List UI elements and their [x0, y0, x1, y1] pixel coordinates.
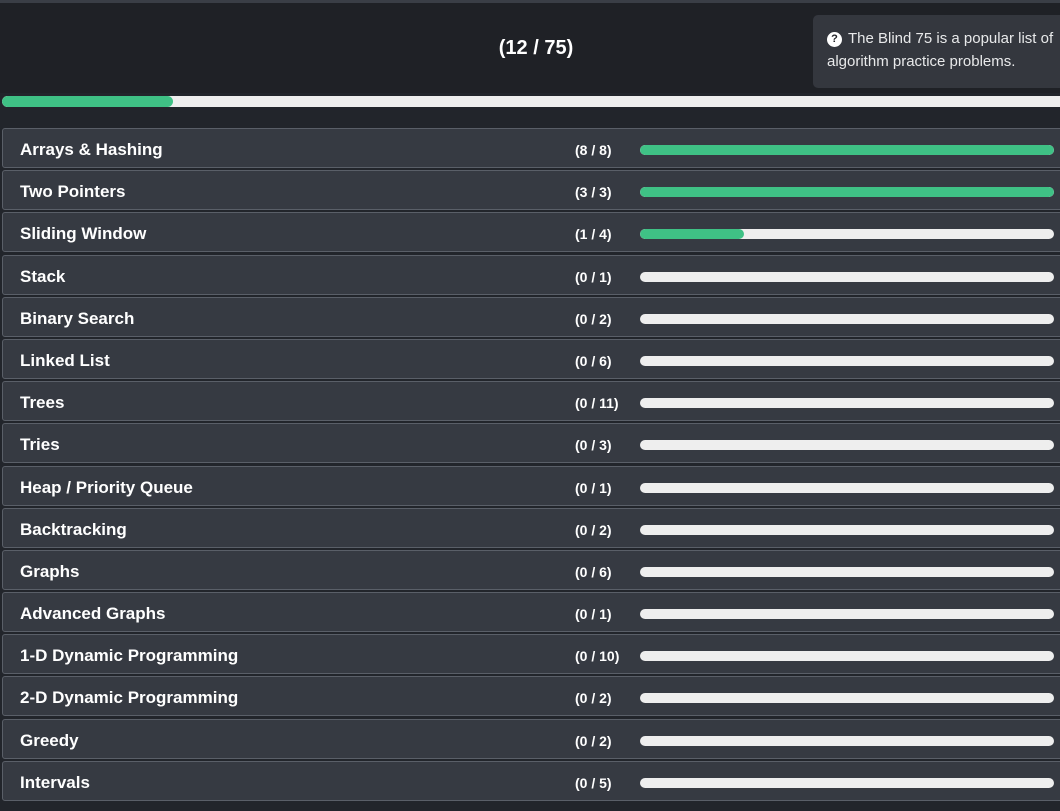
category-count: (0 / 2) — [575, 732, 612, 749]
category-progress-bar — [640, 355, 1054, 366]
category-row[interactable]: Linked List (0 / 6) — [2, 338, 1060, 379]
category-name: 1-D Dynamic Programming — [20, 646, 239, 666]
category-count: (0 / 11) — [575, 395, 619, 412]
category-count: (3 / 3) — [575, 184, 612, 201]
category-name: Binary Search — [20, 308, 135, 328]
category-name: Sliding Window — [20, 224, 147, 244]
category-name: Stack — [20, 266, 66, 286]
category-progress-fill — [640, 187, 1054, 198]
question-circle-icon[interactable]: ? — [827, 32, 842, 47]
category-progress-bar — [640, 609, 1054, 620]
category-list: Arrays & Hashing (8 / 8) Two Pointers (3 / … — [2, 128, 1060, 803]
category-row[interactable]: Intervals (0 / 5) — [2, 760, 1060, 801]
category-progress-bar — [640, 187, 1054, 198]
progress-header: (12 / 75) ? The Blind 75 is a popular lis… — [0, 3, 1060, 93]
category-name: Backtracking — [20, 519, 127, 539]
category-name: Graphs — [20, 561, 80, 581]
category-count: (0 / 1) — [575, 606, 612, 623]
category-row[interactable]: Two Pointers (3 / 3) — [2, 170, 1060, 211]
category-progress-fill — [640, 145, 1054, 155]
info-tooltip: ? The Blind 75 is a popular list of algor… — [813, 15, 1060, 88]
category-row[interactable]: Sliding Window (1 / 4) — [2, 212, 1060, 253]
category-count: (0 / 1) — [575, 268, 612, 285]
category-row[interactable]: Stack (0 / 1) — [2, 254, 1060, 295]
category-row[interactable]: Tries (0 / 3) — [2, 423, 1060, 464]
category-name: Greedy — [20, 730, 79, 750]
category-progress-bar — [640, 440, 1054, 451]
info-tooltip-text: The Blind 75 is a popular list of algori… — [827, 30, 1054, 70]
category-name: Advanced Graphs — [20, 604, 166, 624]
category-count: (0 / 5) — [575, 774, 612, 791]
overall-progress-bar — [2, 96, 1060, 107]
category-count: (0 / 3) — [575, 437, 612, 454]
category-name: Trees — [20, 393, 65, 413]
category-name: 2-D Dynamic Programming — [20, 688, 239, 708]
category-row[interactable]: Graphs (0 / 6) — [2, 549, 1060, 590]
category-progress-bar — [640, 313, 1054, 324]
overall-progress-fill — [2, 96, 174, 107]
category-progress-bar — [640, 735, 1054, 746]
category-name: Two Pointers — [20, 182, 126, 202]
category-progress-bar — [640, 566, 1054, 577]
category-progress-bar — [640, 398, 1054, 409]
category-row[interactable]: Advanced Graphs (0 / 1) — [2, 592, 1060, 633]
category-count: (0 / 2) — [575, 521, 612, 538]
category-row[interactable]: Arrays & Hashing (8 / 8) — [2, 128, 1060, 168]
category-progress-bar — [640, 693, 1054, 704]
category-count: (0 / 10) — [575, 648, 620, 665]
category-count: (0 / 2) — [575, 310, 612, 327]
category-progress-bar — [640, 145, 1054, 155]
category-name: Tries — [20, 435, 60, 455]
category-count: (0 / 6) — [575, 352, 612, 369]
category-progress-bar — [640, 482, 1054, 493]
category-progress-bar — [640, 651, 1054, 662]
category-progress-bar — [640, 777, 1054, 788]
category-row[interactable]: Backtracking (0 / 2) — [2, 507, 1060, 548]
category-row[interactable]: 1-D Dynamic Programming (0 / 10) — [2, 634, 1060, 675]
category-count: (0 / 1) — [575, 479, 612, 496]
category-progress-bar — [640, 524, 1054, 535]
category-count: (0 / 6) — [575, 563, 612, 580]
category-count: (8 / 8) — [575, 142, 612, 158]
category-row[interactable]: 2-D Dynamic Programming (0 / 2) — [2, 676, 1060, 717]
category-progress-bar — [640, 271, 1054, 282]
category-progress-bar — [640, 229, 1054, 240]
category-row[interactable]: Heap / Priority Queue (0 / 1) — [2, 465, 1060, 506]
category-name: Intervals — [20, 772, 90, 792]
category-name: Heap / Priority Queue — [20, 477, 193, 497]
category-count: (1 / 4) — [575, 226, 612, 243]
category-count: (0 / 2) — [575, 690, 612, 707]
category-name: Arrays & Hashing — [20, 140, 163, 159]
category-row[interactable]: Greedy (0 / 2) — [2, 718, 1060, 759]
category-row[interactable]: Trees (0 / 11) — [2, 381, 1060, 422]
category-row[interactable]: Binary Search (0 / 2) — [2, 296, 1060, 337]
category-progress-fill — [640, 229, 744, 240]
category-name: Linked List — [20, 350, 110, 370]
